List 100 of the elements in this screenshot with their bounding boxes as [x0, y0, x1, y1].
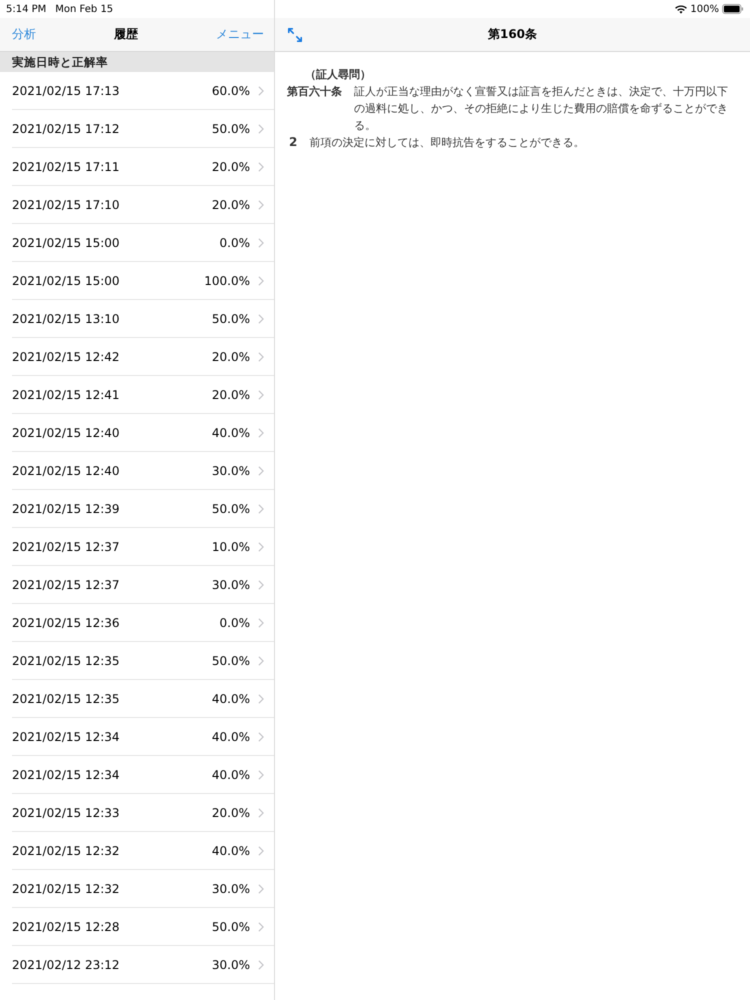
- chevron-icon: [258, 162, 264, 172]
- battery-percentage: 100%: [690, 4, 719, 14]
- history-row[interactable]: 2021/02/15 17:11 20.0%: [12, 148, 274, 186]
- menu-button[interactable]: メニュー: [216, 26, 264, 43]
- score-percentage: 50.0%: [212, 502, 250, 516]
- date-time: 2021/02/12 23:12: [12, 958, 121, 972]
- chevron-icon: [258, 960, 264, 970]
- chevron-icon: [258, 542, 264, 552]
- score-percentage: 20.0%: [212, 198, 250, 212]
- date-time: 2021/02/15 17:12: [12, 122, 121, 136]
- score-percentage: 20.0%: [212, 350, 250, 364]
- date-time: 2021/02/15 15:00: [12, 236, 121, 250]
- chevron-icon: [258, 352, 264, 362]
- nav-title: 履歴: [114, 26, 138, 43]
- history-row[interactable]: 2021/02/15 12:36 0.0%: [12, 604, 274, 642]
- wifi-icon: [675, 4, 688, 14]
- date-time: 2021/02/15 12:40: [12, 426, 121, 440]
- history-row[interactable]: 2021/02/15 12:37 30.0%: [12, 566, 274, 604]
- history-row[interactable]: 2021/02/15 15:00 100.0%: [12, 262, 274, 300]
- chevron-icon: [258, 276, 264, 286]
- score-percentage: 20.0%: [212, 160, 250, 174]
- analysis-button[interactable]: 分析: [12, 26, 36, 43]
- history-row[interactable]: 2021/02/15 12:42 20.0%: [12, 338, 274, 376]
- score-percentage: 40.0%: [212, 426, 250, 440]
- history-row[interactable]: 2021/02/15 15:00 0.0%: [12, 224, 274, 262]
- date-time: 2021/02/15 12:32: [12, 844, 121, 858]
- section-header: 実施日時と正解率: [0, 52, 274, 72]
- chevron-icon: [258, 770, 264, 780]
- history-row[interactable]: 2021/02/15 12:35 40.0%: [12, 680, 274, 718]
- article-number: 第百六十条: [287, 84, 342, 100]
- history-row[interactable]: 2021/02/15 12:40 40.0%: [12, 414, 274, 452]
- chevron-icon: [258, 504, 264, 514]
- article-text: 前項の決定に対しては、即時抗告をすることができる。: [309, 135, 586, 151]
- chevron-icon: [258, 808, 264, 818]
- date-time: 2021/02/15 17:10: [12, 198, 121, 212]
- history-row[interactable]: 2021/02/15 12:39 50.0%: [12, 490, 274, 528]
- score-percentage: 50.0%: [212, 312, 250, 326]
- battery-icon: [722, 4, 744, 14]
- chevron-icon: [258, 618, 264, 628]
- score-percentage: 40.0%: [212, 730, 250, 744]
- chevron-icon: [258, 466, 264, 476]
- chevron-icon: [258, 238, 264, 248]
- score-percentage: 30.0%: [212, 958, 250, 972]
- history-row[interactable]: 2021/02/15 12:33 20.0%: [12, 794, 274, 832]
- date-time: 2021/02/15 12:35: [12, 692, 121, 706]
- status-date: Mon Feb 15: [55, 4, 114, 14]
- date-time: 2021/02/15 12:37: [12, 578, 121, 592]
- date-time: 2021/02/15 12:42: [12, 350, 121, 364]
- chevron-icon: [258, 656, 264, 666]
- score-percentage: 10.0%: [212, 540, 250, 554]
- history-row[interactable]: 2021/02/15 13:10 50.0%: [12, 300, 274, 338]
- history-row[interactable]: 2021/02/15 12:35 50.0%: [12, 642, 274, 680]
- date-time: 2021/02/15 12:39: [12, 502, 121, 516]
- paragraph-number: 2: [289, 134, 298, 151]
- status-time: 5:14 PM: [6, 4, 46, 14]
- history-row[interactable]: 2021/02/15 12:28 50.0%: [12, 908, 274, 946]
- chevron-icon: [258, 694, 264, 704]
- date-time: 2021/02/15 12:36: [12, 616, 121, 630]
- date-time: 2021/02/15 17:13: [12, 84, 121, 98]
- date-time: 2021/02/15 12:28: [12, 920, 121, 934]
- date-time: 2021/02/15 12:41: [12, 388, 121, 402]
- chevron-icon: [258, 884, 264, 894]
- history-row[interactable]: 2021/02/15 12:32 30.0%: [12, 870, 274, 908]
- chevron-icon: [258, 428, 264, 438]
- score-percentage: 60.0%: [212, 84, 250, 98]
- date-time: 2021/02/15 12:35: [12, 654, 121, 668]
- score-percentage: 20.0%: [212, 388, 250, 402]
- score-percentage: 30.0%: [212, 882, 250, 896]
- date-time: 2021/02/15 12:33: [12, 806, 121, 820]
- date-time: 2021/02/15 12:34: [12, 768, 121, 782]
- chevron-icon: [258, 580, 264, 590]
- chevron-icon: [258, 314, 264, 324]
- history-row[interactable]: 2021/02/15 12:41 20.0%: [12, 376, 274, 414]
- date-time: 2021/02/15 13:10: [12, 312, 121, 326]
- history-row[interactable]: 2021/02/15 12:34 40.0%: [12, 718, 274, 756]
- history-row[interactable]: 2021/02/15 12:32 40.0%: [12, 832, 274, 870]
- history-row[interactable]: 2021/02/15 12:37 10.0%: [12, 528, 274, 566]
- score-percentage: 40.0%: [212, 844, 250, 858]
- article-text: 証人が正当な理由がなく宣誓又は証言を拒んだときは、決定で、十万円以下の過料に処し、かつ、その拒絶により生じた費用の賠償を命ずることができる。: [354, 84, 728, 134]
- history-row[interactable]: 2021/02/15 17:13 60.0%: [12, 72, 274, 110]
- chevron-icon: [258, 390, 264, 400]
- date-time: 2021/02/15 12:40: [12, 464, 121, 478]
- score-percentage: 0.0%: [220, 236, 250, 250]
- history-row[interactable]: 2021/02/15 17:12 50.0%: [12, 110, 274, 148]
- score-percentage: 30.0%: [212, 464, 250, 478]
- score-percentage: 100.0%: [204, 274, 250, 288]
- expand-icon[interactable]: [287, 26, 303, 42]
- date-time: 2021/02/15 12:32: [12, 882, 121, 896]
- date-time: 2021/02/15 12:37: [12, 540, 121, 554]
- score-percentage: 40.0%: [212, 768, 250, 782]
- chevron-icon: [258, 124, 264, 134]
- chevron-icon: [258, 846, 264, 856]
- history-row[interactable]: 2021/02/12 23:12 30.0%: [12, 946, 274, 984]
- score-percentage: 40.0%: [212, 692, 250, 706]
- date-time: 2021/02/15 17:11: [12, 160, 121, 174]
- history-row[interactable]: 2021/02/15 12:34 40.0%: [12, 756, 274, 794]
- chevron-icon: [258, 922, 264, 932]
- history-row[interactable]: 2021/02/15 17:10 20.0%: [12, 186, 274, 224]
- chevron-icon: [258, 86, 264, 96]
- history-row[interactable]: 2021/02/15 12:40 30.0%: [12, 452, 274, 490]
